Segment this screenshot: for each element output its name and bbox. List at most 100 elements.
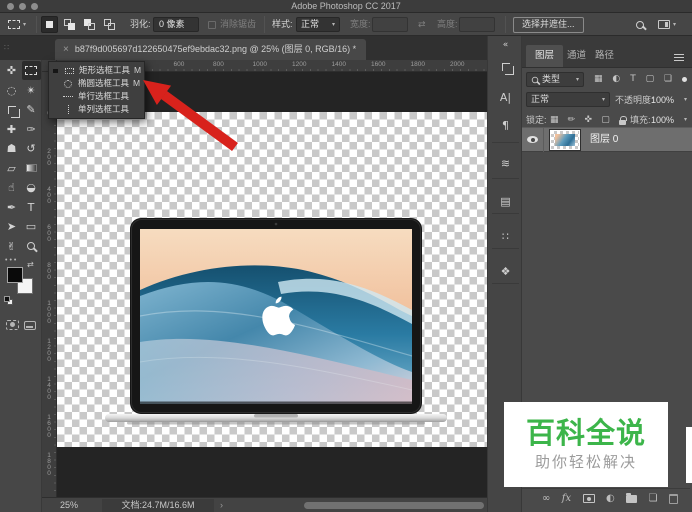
smudge-tool[interactable]: ☝ bbox=[2, 178, 21, 197]
eyedropper-tool[interactable]: ✎ bbox=[22, 100, 41, 119]
character-panel[interactable]: A| bbox=[488, 84, 523, 110]
healing-brush-tool[interactable]: ✚ bbox=[2, 120, 21, 139]
layer-row-selected[interactable]: 图层 0 bbox=[522, 127, 692, 152]
new-selection-button[interactable] bbox=[41, 16, 58, 33]
filter-toggle[interactable] bbox=[682, 77, 687, 82]
menu-item-single-column-marquee[interactable]: 单列选框工具 bbox=[49, 103, 144, 116]
collapse-panels[interactable]: « bbox=[488, 38, 523, 52]
history-brush-tool[interactable]: ↺ bbox=[22, 139, 41, 158]
link-layers-button[interactable]: ∞ bbox=[542, 494, 550, 504]
layer-name[interactable]: 图层 0 bbox=[590, 135, 618, 145]
transparent-canvas[interactable] bbox=[57, 112, 487, 447]
quick-mask-button[interactable] bbox=[6, 318, 19, 334]
chevron-down-icon[interactable]: ▾ bbox=[684, 97, 687, 103]
menu-item-rectangular-marquee[interactable]: 矩形选框工具M bbox=[49, 64, 144, 77]
menu-item-single-row-marquee[interactable]: 单行选框工具 bbox=[49, 90, 144, 103]
new-layer-button[interactable]: ❏ bbox=[649, 494, 658, 504]
paragraph-panel[interactable]: ¶ bbox=[488, 112, 523, 138]
foreground-color-swatch[interactable] bbox=[7, 267, 23, 283]
eraser-tool[interactable]: ▱ bbox=[2, 159, 21, 178]
hand-tool[interactable]: ✌ bbox=[2, 237, 21, 256]
opacity-value[interactable]: 100% bbox=[651, 96, 674, 105]
menu-item-elliptical-marquee[interactable]: 椭圆选框工具M bbox=[49, 77, 144, 90]
chevron-down-icon[interactable]: ▾ bbox=[684, 117, 687, 123]
height-input[interactable] bbox=[459, 17, 495, 32]
magic-wand-tool[interactable]: ✴ bbox=[22, 81, 41, 100]
lock-image-pixels[interactable]: ✏ bbox=[568, 116, 576, 125]
default-colors-icon[interactable] bbox=[4, 296, 13, 305]
lasso-tool[interactable]: ◌ bbox=[2, 81, 21, 100]
subtract-from-selection-button[interactable] bbox=[81, 16, 98, 33]
canvas-viewport[interactable] bbox=[57, 72, 487, 497]
tab-paths[interactable]: 路径 bbox=[586, 45, 623, 67]
character-panel-icon: A| bbox=[500, 92, 511, 103]
clone-stamp-tool[interactable]: ☗ bbox=[2, 139, 21, 158]
edit-toolbar-dots[interactable]: ••• bbox=[5, 257, 18, 264]
zoom-tool[interactable] bbox=[22, 237, 41, 256]
swap-colors-icon[interactable]: ⇄ bbox=[27, 261, 34, 269]
blend-mode-select[interactable]: 正常 ▾ bbox=[526, 92, 610, 107]
select-and-mask-button[interactable]: 选择并遮住... bbox=[513, 17, 584, 33]
add-to-selection-button[interactable] bbox=[61, 16, 78, 33]
document-tab[interactable]: × b87f9d005697d122650475ef9ebdac32.png @… bbox=[55, 39, 366, 60]
fill-label: 填充: bbox=[630, 116, 651, 125]
rectangle-tool[interactable]: ▭ bbox=[22, 217, 41, 236]
status-chevron-icon[interactable]: › bbox=[220, 501, 223, 510]
vertical-ruler[interactable]: 020040060080010001200140016001800 bbox=[42, 72, 57, 497]
crop-tool[interactable] bbox=[2, 100, 21, 119]
rectangular-marquee-tool[interactable] bbox=[22, 61, 41, 80]
layer-comps-panel[interactable]: ≋ bbox=[488, 150, 523, 176]
width-input[interactable] bbox=[372, 17, 408, 32]
paragraph-panel-icon: ¶ bbox=[502, 120, 509, 131]
zoom-window-button[interactable] bbox=[31, 3, 38, 10]
lock-all[interactable] bbox=[619, 116, 626, 125]
histogram-panel[interactable]: ▤ bbox=[488, 188, 523, 214]
pen-tool[interactable]: ✒ bbox=[2, 198, 21, 217]
feather-input[interactable]: 0 像素 bbox=[153, 17, 199, 32]
move-tool[interactable]: ✜ bbox=[2, 61, 21, 80]
document-info-field[interactable]: 文档:24.7M/16.6M bbox=[102, 499, 214, 512]
add-layer-mask-button[interactable] bbox=[583, 494, 595, 503]
type-tool[interactable]: T bbox=[22, 198, 41, 217]
close-tab-icon[interactable]: × bbox=[63, 45, 69, 55]
workspace-switcher[interactable]: ▾ bbox=[658, 13, 676, 36]
antialias-checkbox-group[interactable]: 消除锯齿 bbox=[208, 13, 256, 36]
filter-smart-objects[interactable]: ❏ bbox=[664, 75, 672, 84]
gradient-tool-icon bbox=[26, 164, 37, 172]
shapes-panel[interactable]: ❖ bbox=[488, 258, 523, 284]
layer-effects-button[interactable]: fx bbox=[562, 494, 571, 504]
adjustment-layer-button[interactable]: ◐ bbox=[606, 494, 615, 504]
filter-type-layers[interactable]: T bbox=[630, 75, 636, 84]
brush-tool[interactable]: ✑ bbox=[22, 120, 41, 139]
swatches-panel[interactable]: ∷ bbox=[488, 223, 523, 249]
lock-position[interactable]: ✜ bbox=[585, 116, 593, 125]
filter-kind-select[interactable]: 类型 ▾ bbox=[526, 72, 584, 87]
zoom-level-field[interactable]: 25% bbox=[60, 501, 78, 510]
status-bar: 25% 文档:24.7M/16.6M › bbox=[42, 497, 487, 512]
layer-group-button[interactable] bbox=[626, 495, 637, 503]
close-window-button[interactable] bbox=[7, 3, 14, 10]
fill-value[interactable]: 100% bbox=[651, 116, 674, 125]
screen-mode-button[interactable] bbox=[24, 318, 36, 334]
filter-shape-layers[interactable]: ▢ bbox=[646, 75, 655, 84]
filter-pixel-layers[interactable]: ▦ bbox=[594, 75, 603, 84]
swap-dimensions-icon[interactable]: ⇄ bbox=[418, 13, 426, 36]
filter-adjustment-layers[interactable]: ◐ bbox=[612, 75, 620, 84]
lock-artboard[interactable]: ▢ bbox=[601, 116, 610, 125]
search-icon[interactable] bbox=[636, 21, 644, 29]
panel-menu-icon[interactable] bbox=[674, 57, 684, 59]
delete-layer-button[interactable] bbox=[669, 494, 678, 504]
lock-transparent-pixels[interactable]: ▦ bbox=[550, 116, 559, 125]
layer-thumbnail[interactable] bbox=[550, 130, 580, 150]
layer-visibility-toggle[interactable] bbox=[522, 127, 544, 152]
antialias-checkbox[interactable] bbox=[208, 21, 216, 29]
dodge-tool[interactable]: ◒ bbox=[22, 178, 41, 197]
intersect-selection-button[interactable] bbox=[101, 16, 118, 33]
minimize-window-button[interactable] bbox=[19, 3, 26, 10]
style-select[interactable]: 正常 ▾ bbox=[296, 17, 340, 32]
gradient-tool[interactable] bbox=[22, 159, 41, 178]
properties-panel[interactable] bbox=[488, 54, 523, 80]
path-selection-tool[interactable]: ➤ bbox=[2, 217, 21, 236]
horizontal-scrollbar-thumb[interactable] bbox=[304, 502, 484, 509]
tool-preset-picker[interactable]: ▾ bbox=[8, 13, 26, 36]
